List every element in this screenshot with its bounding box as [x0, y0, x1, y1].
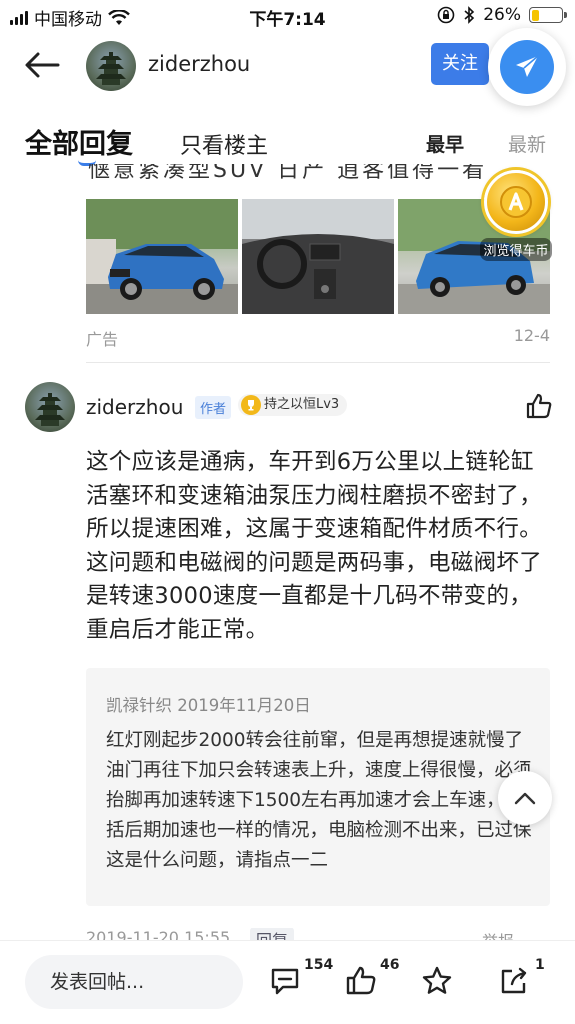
follow-button[interactable]: 关注: [431, 43, 489, 85]
ad-image-car-front[interactable]: [86, 199, 238, 314]
author-username[interactable]: ziderzhou: [148, 52, 250, 76]
ad-meta: 广告 12-4: [86, 326, 550, 350]
share-icon[interactable]: [498, 965, 530, 997]
commenter-avatar[interactable]: [25, 382, 75, 432]
tab-host-only[interactable]: 只看楼主: [180, 128, 268, 160]
sort-newest[interactable]: 最新: [508, 130, 546, 157]
ad-label: 广告: [86, 330, 119, 349]
author-badge: 作者: [195, 396, 232, 419]
level-badge[interactable]: 持之以恒Lv3: [238, 394, 348, 416]
trophy-icon: [241, 395, 261, 415]
quoted-reply[interactable]: 凯禄针织 2019年11月20日 红灯刚起步2000转会往前窜，但是再想提速就慢…: [86, 668, 550, 906]
share-fab-button[interactable]: [488, 28, 566, 106]
bluetooth-icon: [464, 6, 475, 24]
share-count: 1: [535, 957, 545, 973]
sort-earliest[interactable]: 最早: [426, 130, 464, 157]
like-count: 46: [380, 957, 400, 973]
comment-icon[interactable]: [269, 965, 301, 997]
ad-date: 12-4: [513, 326, 550, 345]
reply-input[interactable]: 发表回帖...: [25, 955, 243, 1009]
report-button[interactable]: 举报: [482, 928, 514, 940]
thumbs-up-icon[interactable]: [525, 392, 553, 420]
reply-button[interactable]: 回复: [250, 928, 295, 940]
scroll-to-top-button[interactable]: [498, 771, 552, 825]
tab-all-replies[interactable]: 全部回复: [25, 122, 133, 161]
battery-percent: 26%: [483, 5, 521, 25]
comment-body: 这个应该是通病，车开到6万公里以上链轮缸活塞环和变速箱油泵压力阀柱磨损不密封了，…: [86, 449, 543, 643]
paper-plane-icon: [516, 55, 539, 77]
status-bar: 中国移动 下午7:14 26%: [0, 0, 575, 32]
star-icon[interactable]: [421, 965, 453, 997]
quote-meta: 凯禄针织 2019年11月20日: [106, 696, 311, 715]
comment-count: 154: [304, 957, 334, 973]
coin-icon: [484, 170, 548, 234]
commenter-username[interactable]: ziderzhou: [86, 395, 183, 419]
battery-icon: [529, 7, 567, 23]
ad-image-interior[interactable]: [242, 199, 394, 314]
comment-footer-cut: 2019-11-20 15:55 回复 举报: [86, 928, 550, 940]
back-arrow-icon[interactable]: [22, 50, 62, 80]
divider: [86, 362, 550, 363]
quote-text: 红灯刚起步2000转会往前窜，但是再想提速就慢了油门再往下加只会转速表上升，速度…: [106, 730, 532, 871]
comment-date: 2019-11-20 15:55: [86, 928, 231, 940]
coin-label: 浏览得车币: [480, 238, 552, 261]
bottom-action-bar: 发表回帖... 154 46 1: [0, 940, 575, 1024]
level-badge-label: 持之以恒Lv3: [264, 397, 340, 412]
chevron-up-icon: [514, 792, 536, 805]
author-avatar[interactable]: [86, 41, 136, 91]
coin-reward-widget[interactable]: 浏览得车币: [480, 170, 552, 261]
orientation-lock-icon: [437, 6, 455, 24]
thumbs-up-icon[interactable]: [345, 965, 377, 997]
ad-title-cut: 惬意紧凑型SUV 日产 逍客值得一看: [88, 164, 488, 182]
